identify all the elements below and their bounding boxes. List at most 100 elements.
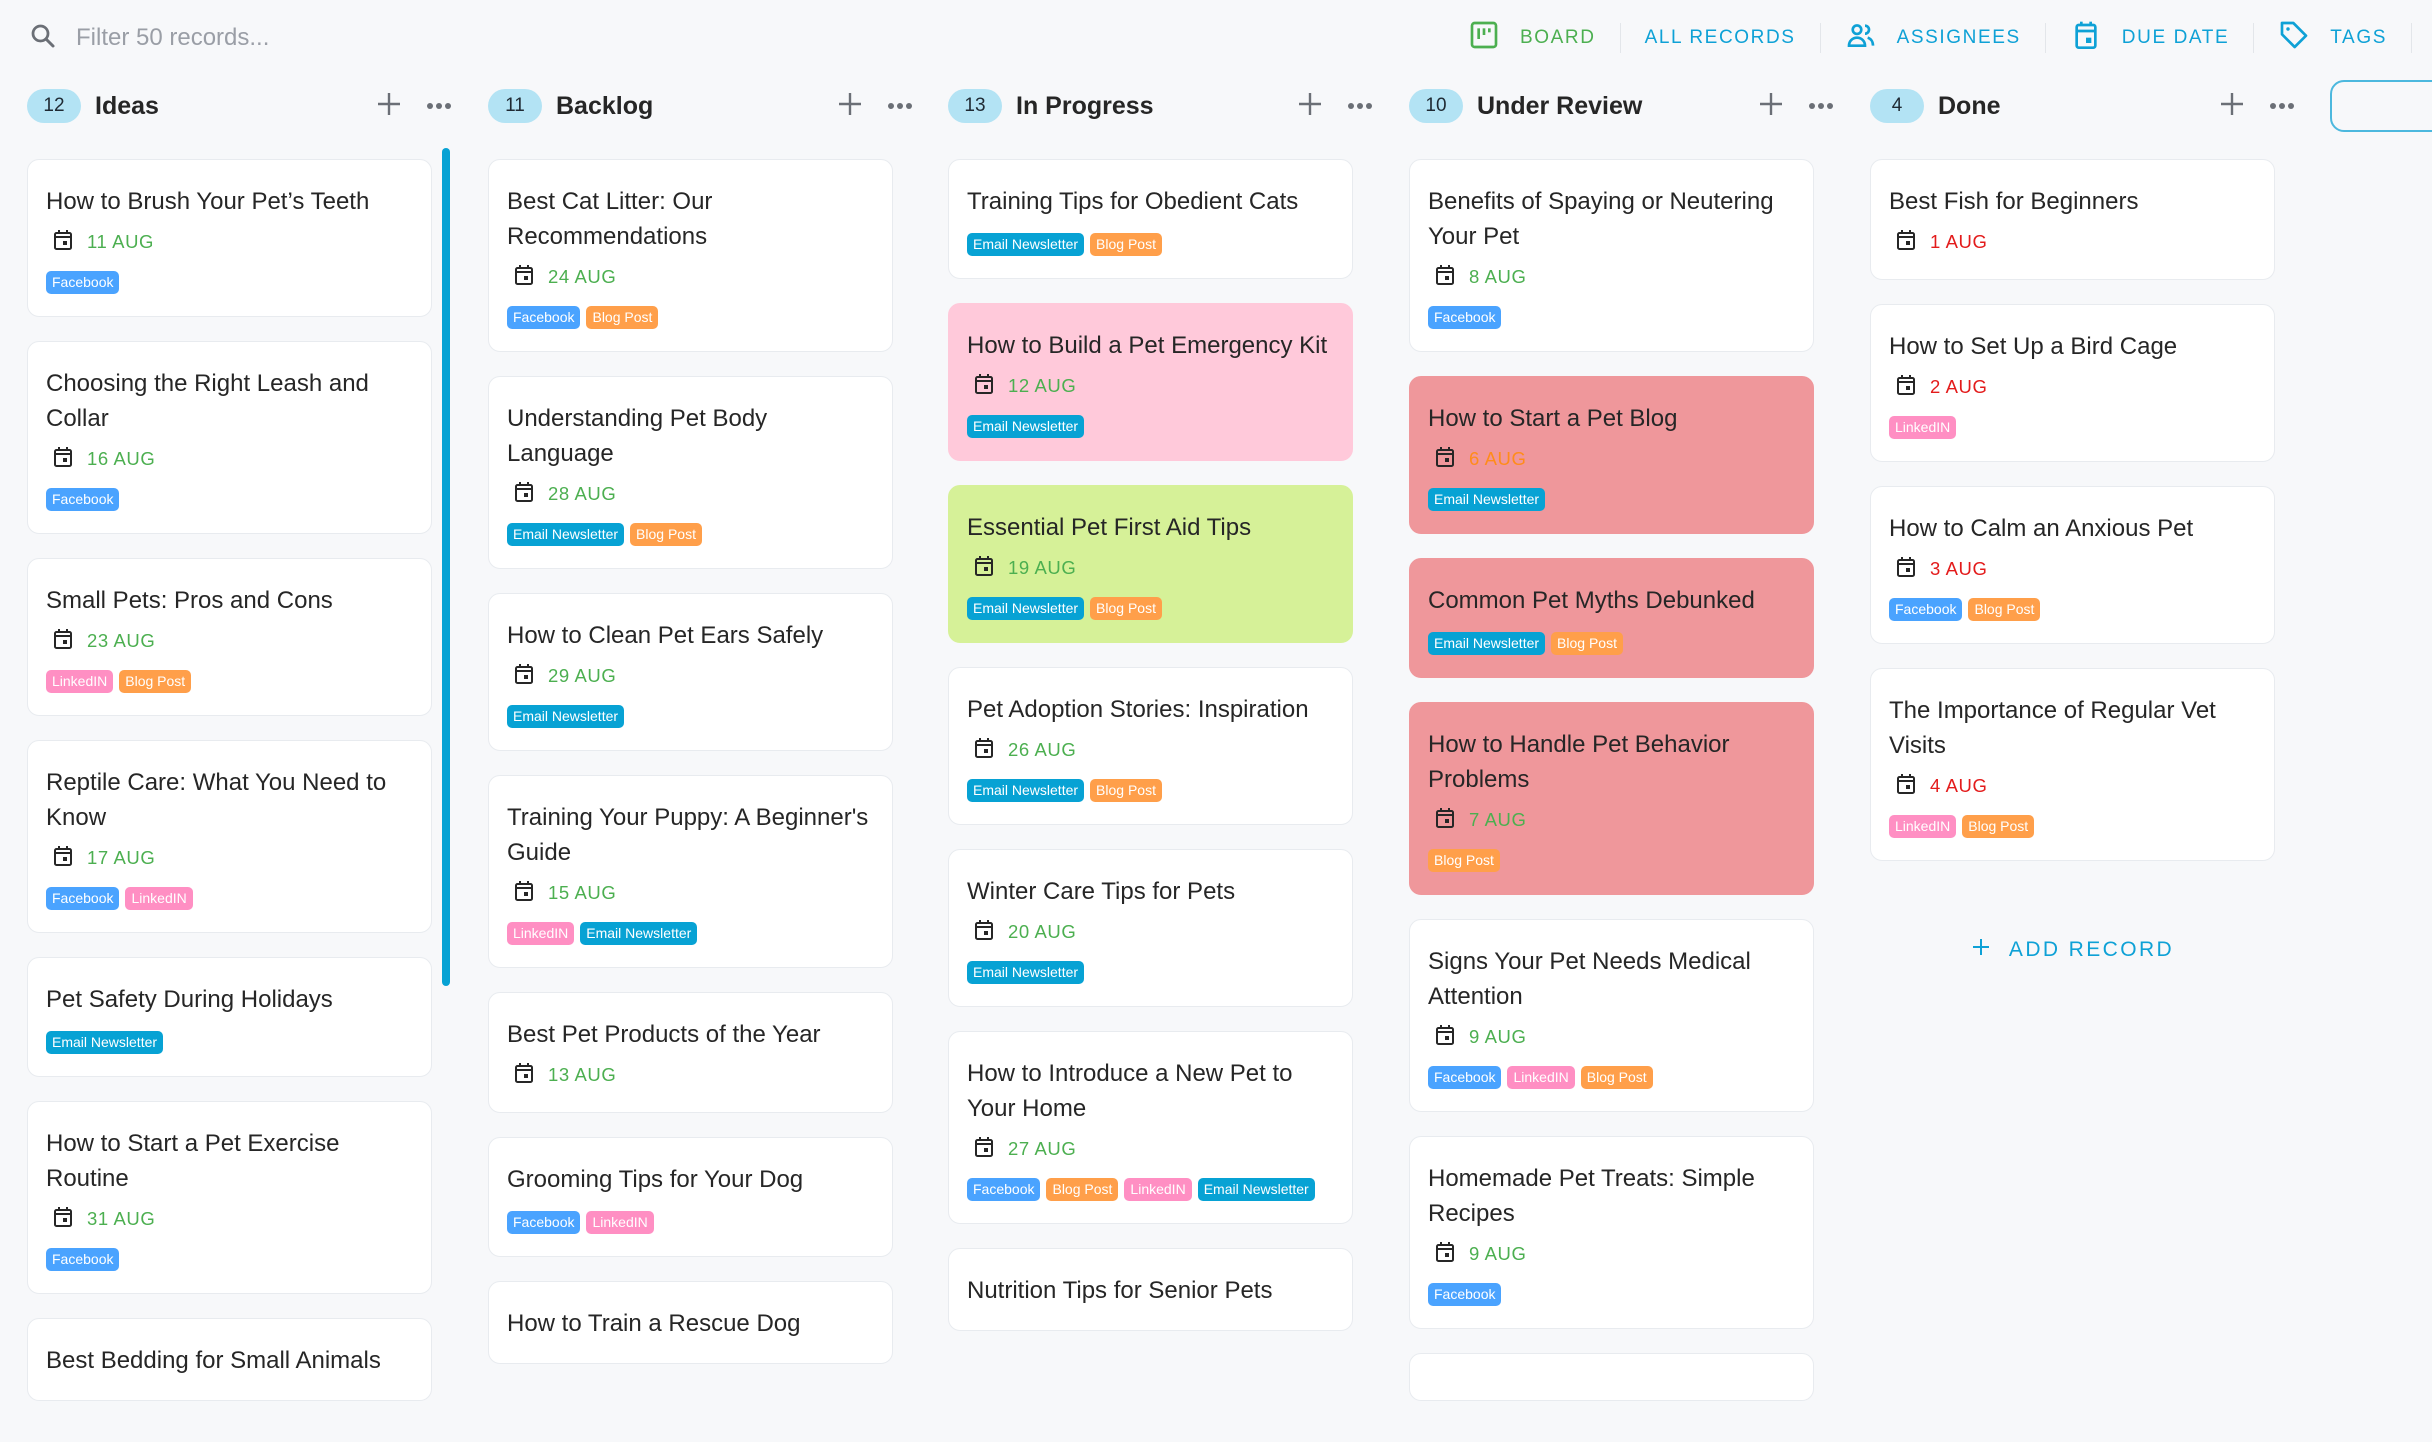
column-header: 11 Backlog bbox=[488, 88, 918, 124]
tag-list: Facebook bbox=[46, 488, 413, 511]
record-card[interactable]: How to Clean Pet Ears Safely 29 AUG Email … bbox=[488, 593, 893, 751]
record-card[interactable]: How to Calm an Anxious Pet 3 AUG Facebook B… bbox=[1870, 486, 2275, 644]
calendar-icon bbox=[1435, 446, 1469, 473]
due-date-text: 6 AUG bbox=[1469, 448, 1527, 469]
add-card-button[interactable] bbox=[832, 88, 868, 124]
record-card[interactable]: Training Tips for Obedient Cats Email New… bbox=[948, 159, 1353, 279]
due-date-text: 8 AUG bbox=[1469, 266, 1527, 287]
card-title: The Importance of Regular Vet Visits bbox=[1889, 697, 2216, 759]
column-menu-button[interactable] bbox=[882, 88, 918, 124]
card-title: Best Cat Litter: Our Recommendations bbox=[507, 188, 713, 250]
tag-list: LinkedIN Blog Post bbox=[46, 670, 413, 693]
due-date-text: 7 AUG bbox=[1469, 809, 1527, 830]
column-menu-button[interactable] bbox=[421, 88, 457, 124]
record-card[interactable]: How to Set Up a Bird Cage 2 AUG LinkedIN bbox=[1870, 304, 2275, 462]
due-date-text: 1 AUG bbox=[1930, 231, 1988, 252]
due-date: 27 AUG bbox=[967, 1134, 1334, 1164]
record-card[interactable]: How to Start a Pet Blog 6 AUG Email Newsle… bbox=[1409, 376, 1814, 534]
add-card-button[interactable] bbox=[1292, 88, 1328, 124]
column-actions bbox=[1753, 88, 1839, 124]
record-card[interactable]: Pet Safety During Holidays Email Newslett… bbox=[27, 957, 432, 1077]
record-card[interactable]: How to Introduce a New Pet to Your Home 2… bbox=[948, 1031, 1353, 1224]
calendar-icon bbox=[1896, 374, 1930, 401]
record-card[interactable]: Nutrition Tips for Senior Pets bbox=[948, 1248, 1353, 1331]
plus-icon bbox=[2219, 91, 2245, 122]
record-card[interactable]: Training Your Puppy: A Beginner's Guide 1… bbox=[488, 775, 893, 968]
record-card[interactable]: How to Handle Pet Behavior Problems 7 AUG… bbox=[1409, 702, 1814, 895]
record-card[interactable]: Best Bedding for Small Animals bbox=[27, 1318, 432, 1401]
add-card-button[interactable] bbox=[1753, 88, 1789, 124]
record-card[interactable]: Reptile Care: What You Need to Know 17 AU… bbox=[27, 740, 432, 933]
due-date: 11 AUG bbox=[46, 227, 413, 257]
record-card[interactable]: Grooming Tips for Your Dog Facebook Linked… bbox=[488, 1137, 893, 1257]
column-menu-button[interactable] bbox=[1803, 88, 1839, 124]
search-input[interactable] bbox=[76, 24, 576, 52]
view-tags-button[interactable]: TAGS bbox=[2254, 16, 2411, 60]
due-date: 26 AUG bbox=[967, 735, 1334, 765]
view-all-records-button[interactable]: ALL RECORDS bbox=[1621, 16, 1820, 60]
record-card[interactable]: How to Brush Your Pet’s Teeth 11 AUG Faceb… bbox=[27, 159, 432, 317]
view-assignees-button[interactable]: ASSIGNEES bbox=[1821, 16, 2045, 60]
tag-email-newsletter: Email Newsletter bbox=[1428, 488, 1546, 511]
card-list: Benefits of Spaying or Neutering Your Pe… bbox=[1409, 159, 1814, 1425]
record-card[interactable]: Homemade Pet Treats: Simple Recipes 9 AUG… bbox=[1409, 1136, 1814, 1329]
record-card[interactable]: Pet Adoption Stories: Inspiration 26 AUG E… bbox=[948, 667, 1353, 825]
record-card[interactable]: How to Start a Pet Exercise Routine 31 AU… bbox=[27, 1101, 432, 1294]
tag-list: LinkedIN Email Newsletter bbox=[507, 922, 874, 945]
tag-list: Facebook bbox=[46, 271, 413, 294]
due-date-text: 12 AUG bbox=[1008, 375, 1077, 396]
record-card[interactable]: Best Cat Litter: Our Recommendations 24 A… bbox=[488, 159, 893, 352]
tag-email-newsletter: Email Newsletter bbox=[580, 922, 698, 945]
add-column-button[interactable] bbox=[2330, 80, 2432, 132]
column-menu-button[interactable] bbox=[2264, 88, 2300, 124]
record-card[interactable]: How to Build a Pet Emergency Kit 12 AUG Em… bbox=[948, 303, 1353, 461]
tag-linkedin: LinkedIN bbox=[1124, 1178, 1192, 1201]
add-card-button[interactable] bbox=[2214, 88, 2250, 124]
record-card[interactable]: Small Pets: Pros and Cons 23 AUG LinkedIN B… bbox=[27, 558, 432, 716]
tag-facebook: Facebook bbox=[1428, 306, 1502, 329]
calendar-icon bbox=[514, 481, 548, 508]
record-card[interactable] bbox=[1409, 1353, 1814, 1401]
calendar-icon bbox=[2070, 19, 2122, 57]
record-card[interactable]: Winter Care Tips for Pets 20 AUG Email New… bbox=[948, 849, 1353, 1007]
scrollbar-thumb[interactable] bbox=[442, 148, 450, 986]
tag-blog-post: Blog Post bbox=[1968, 598, 2041, 621]
view-due-date-button[interactable]: DUE DATE bbox=[2046, 16, 2253, 60]
due-date-text: 15 AUG bbox=[548, 882, 617, 903]
due-date: 31 AUG bbox=[46, 1204, 413, 1234]
tag-blog-post: Blog Post bbox=[1551, 632, 1623, 655]
card-title: How to Calm an Anxious Pet bbox=[1889, 515, 2194, 542]
card-title: How to Set Up a Bird Cage bbox=[1889, 333, 2178, 360]
tag-blog-post: Blog Post bbox=[630, 523, 702, 546]
record-card[interactable]: How to Train a Rescue Dog bbox=[488, 1281, 893, 1364]
add-record-button[interactable]: ADD RECORD bbox=[1870, 930, 2275, 970]
plus-icon bbox=[1971, 937, 2009, 963]
record-card[interactable]: Understanding Pet Body Language 28 AUG Ema… bbox=[488, 376, 893, 569]
record-card[interactable]: Best Fish for Beginners 1 AUG bbox=[1870, 159, 2275, 280]
record-card[interactable]: Common Pet Myths Debunked Email Newslette… bbox=[1409, 558, 1814, 678]
view-board-button[interactable]: BOARD bbox=[1444, 16, 1620, 60]
record-card[interactable]: Best Pet Products of the Year 13 AUG bbox=[488, 992, 893, 1113]
record-card[interactable]: Choosing the Right Leash and Collar 16 AU… bbox=[27, 341, 432, 534]
card-title: How to Brush Your Pet’s Teeth bbox=[46, 188, 370, 215]
calendar-icon bbox=[53, 845, 87, 872]
due-date: 28 AUG bbox=[507, 479, 874, 509]
column-menu-button[interactable] bbox=[1342, 88, 1378, 124]
tag-list: Facebook bbox=[46, 1248, 413, 1271]
record-card[interactable]: Signs Your Pet Needs Medical Attention 9 … bbox=[1409, 919, 1814, 1112]
tag-facebook: Facebook bbox=[46, 1248, 120, 1271]
due-date-text: 26 AUG bbox=[1008, 739, 1077, 760]
calendar-icon bbox=[1435, 1241, 1469, 1268]
tag-list: Facebook bbox=[1428, 306, 1795, 329]
card-title: Nutrition Tips for Senior Pets bbox=[967, 1277, 1273, 1304]
record-card[interactable]: Benefits of Spaying or Neutering Your Pe… bbox=[1409, 159, 1814, 352]
calendar-icon bbox=[1435, 807, 1469, 834]
tag-facebook: Facebook bbox=[46, 488, 120, 511]
add-card-button[interactable] bbox=[371, 88, 407, 124]
card-title: How to Clean Pet Ears Safely bbox=[507, 622, 824, 649]
tag-facebook: Facebook bbox=[46, 887, 120, 910]
tag-email-newsletter: Email Newsletter bbox=[1197, 1178, 1315, 1201]
record-card[interactable]: The Importance of Regular Vet Visits 4 AU… bbox=[1870, 668, 2275, 861]
calendar-icon bbox=[53, 446, 87, 473]
record-card[interactable]: Essential Pet First Aid Tips 19 AUG Email … bbox=[948, 485, 1353, 643]
